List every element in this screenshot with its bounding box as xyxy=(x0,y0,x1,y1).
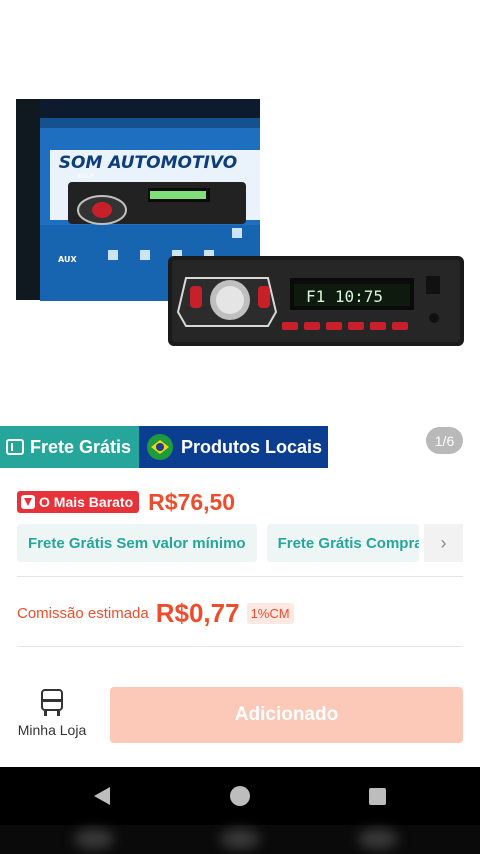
commission-row: Comissão estimada R$0,77 1%CM xyxy=(17,596,294,630)
product-price: R$76,50 xyxy=(148,488,236,515)
chevron-right-icon: › xyxy=(440,532,447,553)
commission-percent-badge: 1%CM xyxy=(246,602,294,624)
cheapest-label: O Mais Barato xyxy=(39,494,134,510)
divider xyxy=(17,646,463,647)
promo-banner-row: Frete Grátis Produtos Locais xyxy=(0,426,328,468)
shipping-chip[interactable]: Frete Grátis Compra xyxy=(266,524,419,562)
local-products-badge: Produtos Locais xyxy=(139,426,328,468)
car-radio-illustration: SOM AUTOMOTIVO KNUP AUX F1 10:75 xyxy=(16,99,464,346)
down-arrow-icon xyxy=(21,495,35,509)
radio-display-text: F1 10:75 xyxy=(306,287,383,306)
recent-apps-icon[interactable] xyxy=(369,788,386,805)
gesture-strip xyxy=(0,825,480,854)
price-row: O Mais Barato R$76,50 xyxy=(17,486,235,518)
shipping-chip[interactable]: Frete Grátis Sem valor mínimo xyxy=(17,524,257,562)
added-button[interactable]: Adicionado xyxy=(110,687,463,743)
box-aux-text: AUX xyxy=(58,255,77,264)
free-shipping-label: Frete Grátis xyxy=(30,436,132,457)
divider xyxy=(17,576,463,577)
back-icon[interactable] xyxy=(94,787,110,805)
brazil-flag-icon xyxy=(147,434,173,460)
commission-value: R$0,77 xyxy=(155,597,240,628)
cheapest-badge: O Mais Barato xyxy=(17,491,140,513)
my-store-label: Minha Loja xyxy=(17,722,87,738)
box-brand-text: KNUP xyxy=(78,173,95,180)
home-icon[interactable] xyxy=(230,786,250,806)
store-icon xyxy=(40,688,64,716)
product-page: SOM AUTOMOTIVO KNUP AUX F1 10:75 Frete G… xyxy=(0,0,480,854)
my-store-button[interactable]: Minha Loja xyxy=(14,688,90,738)
chips-more-button[interactable]: › xyxy=(424,524,463,562)
product-image[interactable]: SOM AUTOMOTIVO KNUP AUX F1 10:75 xyxy=(0,0,480,426)
shipping-chips: Frete Grátis Sem valor mínimo Frete Grát… xyxy=(17,524,463,564)
free-shipping-badge: Frete Grátis xyxy=(0,426,139,468)
system-navigation-bar xyxy=(0,767,480,825)
box-title-text: SOM AUTOMOTIVO xyxy=(59,153,237,173)
commission-label: Comissão estimada xyxy=(17,604,149,622)
ticket-icon xyxy=(6,439,24,455)
local-products-label: Produtos Locais xyxy=(181,436,323,457)
image-pager-indicator: 1/6 xyxy=(426,427,463,454)
